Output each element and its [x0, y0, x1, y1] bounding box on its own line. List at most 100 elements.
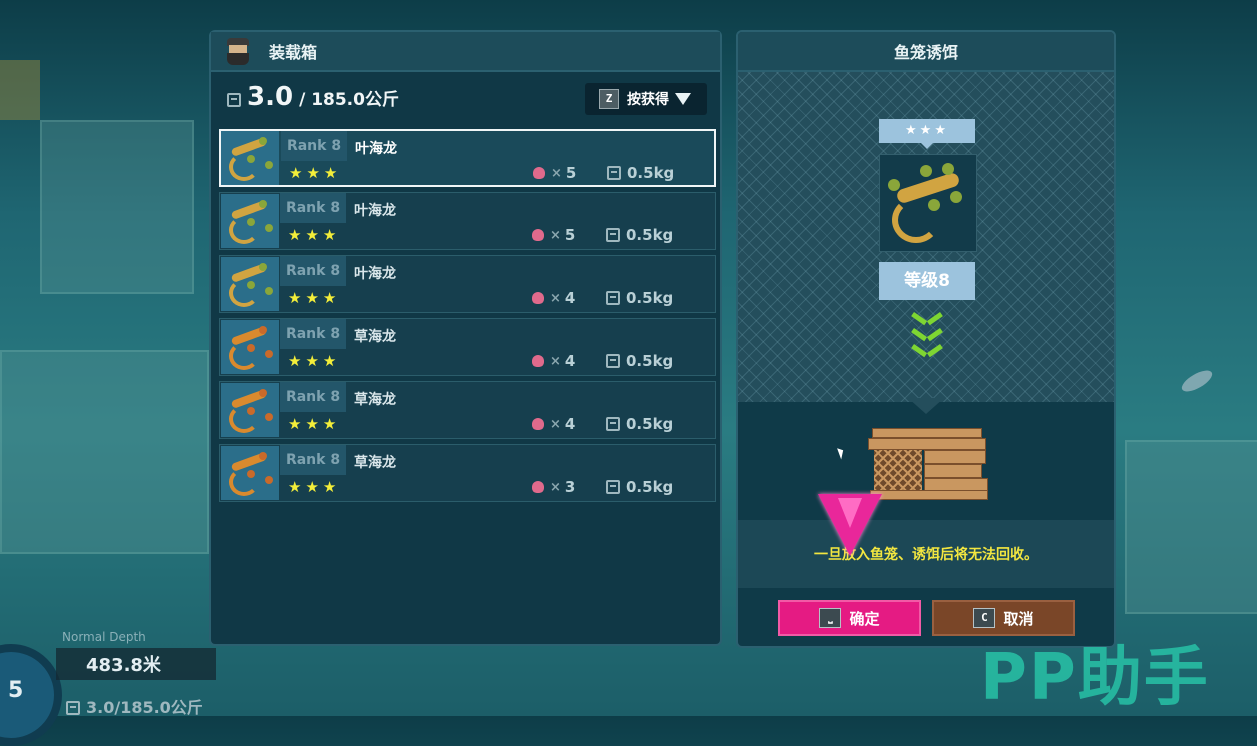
fish-row[interactable]: Rank 8 草海龙 ★★★ × 4 0.5kg: [219, 381, 716, 439]
heart-bait-icon: [532, 355, 544, 367]
heart-bait-icon: [532, 229, 544, 241]
trap-bait-panel: 鱼笼诱饵 ★★★ 等级8 一旦放入鱼笼、诱饵后将无法回收。 ⎵ 确定 C 取消: [736, 30, 1116, 648]
fish-weight: 0.5kg: [606, 226, 673, 244]
bait-value: 4: [564, 415, 576, 433]
cargo-weight-max: / 185.0公斤: [299, 90, 399, 110]
trap-icon: [868, 428, 988, 500]
selection-cursor-icon: [818, 494, 882, 556]
bg-ruin-right: [1125, 440, 1257, 614]
fish-weight-value: 0.5kg: [626, 289, 674, 307]
depth-label: Normal Depth: [62, 630, 146, 644]
bait-value: 3: [564, 478, 576, 496]
sort-label: 按获得: [627, 92, 669, 108]
rank-tag: Rank 8: [280, 193, 346, 223]
star-rating: ★★★: [288, 352, 341, 370]
chevron-down-icon: [675, 93, 691, 105]
cancel-key: C: [973, 608, 996, 628]
cargo-box-header: 装载箱: [211, 32, 720, 72]
pointer-notch: [908, 398, 944, 414]
scale-icon: [606, 354, 620, 368]
cargo-box-title: 装载箱: [269, 43, 318, 62]
scale-icon: [227, 93, 241, 107]
watermark-logo: PP助手: [980, 641, 1210, 715]
bait-value: 5: [564, 226, 576, 244]
scale-icon: [606, 228, 620, 242]
fish-thumbnail: [221, 383, 279, 437]
hud-weight-value: 3.0/185.0公斤: [86, 698, 203, 717]
fish-name: 叶海龙: [355, 141, 397, 157]
fish-weight-value: 0.5kg: [627, 164, 675, 182]
scale-icon: [66, 701, 80, 715]
bait-count: × 4: [532, 289, 575, 307]
confirm-button[interactable]: ⎵ 确定: [778, 600, 921, 636]
gauge-value: 5: [8, 678, 24, 703]
cargo-weight: 3.0 / 185.0公斤: [227, 82, 399, 112]
rank-tag: Rank 8: [281, 131, 347, 161]
scale-icon: [606, 417, 620, 431]
fish-name: 草海龙: [354, 392, 396, 408]
rank-tag: Rank 8: [280, 445, 346, 475]
selected-fish-image: [879, 154, 977, 252]
fish-thumbnail: [221, 131, 279, 185]
bg-fish: [1178, 366, 1216, 396]
fish-name: 草海龙: [354, 329, 396, 345]
fish-thumbnail: [221, 257, 279, 311]
fish-name: 叶海龙: [354, 266, 396, 282]
selected-level: 等级8: [879, 262, 975, 300]
heart-bait-icon: [532, 292, 544, 304]
bait-count: × 3: [532, 478, 575, 496]
bait-value: 5: [565, 164, 577, 182]
fish-weight: 0.5kg: [606, 289, 673, 307]
fish-weight-value: 0.5kg: [626, 226, 674, 244]
cargo-weight-current: 3.0: [247, 82, 294, 112]
fish-thumbnail: [221, 446, 279, 500]
bait-count: × 4: [532, 352, 575, 370]
chevron-down-icon: [910, 310, 944, 362]
diver-avatar-icon: [221, 36, 255, 66]
bg-ruin-wall: [0, 350, 209, 554]
fish-row[interactable]: Rank 8 叶海龙 ★★★ × 4 0.5kg: [219, 255, 716, 313]
fish-name: 叶海龙: [354, 203, 396, 219]
fish-weight-value: 0.5kg: [626, 415, 674, 433]
scale-icon: [606, 480, 620, 494]
heart-bait-icon: [532, 481, 544, 493]
depth-hud: 5 Normal Depth 483.8米 3.0/185.0公斤: [0, 628, 220, 746]
fish-row[interactable]: Rank 8 草海龙 ★★★ × 4 0.5kg: [219, 318, 716, 376]
sort-key: Z: [599, 89, 619, 109]
confirm-label: 确定: [849, 609, 880, 628]
depth-readout: 483.8米: [56, 648, 216, 680]
bait-count: × 4: [532, 415, 575, 433]
warning-text: 一旦放入鱼笼、诱饵后将无法回收。: [814, 547, 1038, 563]
trap-bait-header: 鱼笼诱饵: [738, 32, 1114, 72]
star-rating: ★★★: [289, 164, 342, 182]
scale-icon: [606, 291, 620, 305]
oxygen-gauge: 5: [0, 644, 62, 746]
rank-tag: Rank 8: [280, 256, 346, 286]
bait-count: × 5: [532, 226, 575, 244]
confirm-key: ⎵: [819, 608, 842, 628]
fish-row[interactable]: Rank 8 叶海龙 ★★★ × 5 0.5kg: [219, 129, 716, 187]
star-rating: ★★★: [288, 415, 341, 433]
fish-thumbnail: [221, 320, 279, 374]
fish-name: 草海龙: [354, 455, 396, 471]
cargo-box-panel: 装载箱 3.0 / 185.0公斤 Z 按获得 Rank 8 叶海龙 ★★★ ×…: [209, 30, 722, 646]
star-rating: ★★★: [288, 289, 341, 307]
bait-value: 4: [564, 289, 576, 307]
fish-weight-value: 0.5kg: [626, 478, 674, 496]
fish-thumbnail: [221, 194, 279, 248]
fish-weight: 0.5kg: [607, 164, 674, 182]
heart-bait-icon: [533, 167, 545, 179]
fish-row[interactable]: Rank 8 草海龙 ★★★ × 3 0.5kg: [219, 444, 716, 502]
rank-tag: Rank 8: [280, 382, 346, 412]
fish-list: Rank 8 叶海龙 ★★★ × 5 0.5kg Rank 8 叶海龙 ★★★ ×…: [219, 129, 716, 507]
hud-weight: 3.0/185.0公斤: [66, 694, 203, 718]
sort-dropdown[interactable]: Z 按获得: [585, 83, 707, 115]
selected-star-rating: ★★★: [879, 119, 975, 149]
fish-weight: 0.5kg: [606, 352, 673, 370]
fish-row[interactable]: Rank 8 叶海龙 ★★★ × 5 0.5kg: [219, 192, 716, 250]
depth-value: 483.8米: [86, 655, 161, 676]
fish-weight-value: 0.5kg: [626, 352, 674, 370]
scale-icon: [607, 166, 621, 180]
rank-tag: Rank 8: [280, 319, 346, 349]
bait-value: 4: [564, 352, 576, 370]
